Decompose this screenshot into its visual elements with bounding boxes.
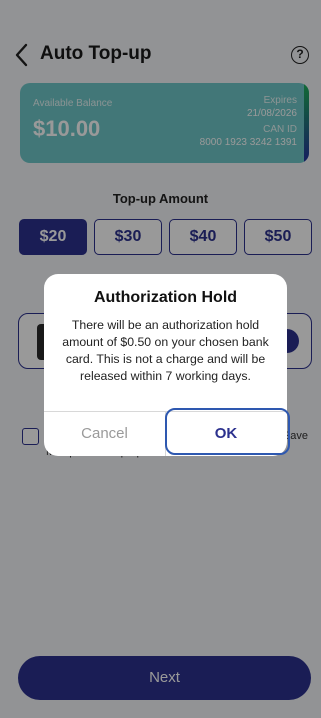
dialog-message: There will be an authorization hold amou… [62, 318, 269, 383]
ok-button[interactable]: OK [165, 411, 287, 456]
dialog-title: Authorization Hold [93, 289, 238, 306]
cancel-button[interactable]: Cancel [44, 411, 165, 456]
authorization-hold-dialog: Authorization Hold There will be an auth… [44, 274, 287, 456]
auto-topup-screen: Auto Top-up ? Available Balance $10.00 E… [0, 0, 321, 718]
